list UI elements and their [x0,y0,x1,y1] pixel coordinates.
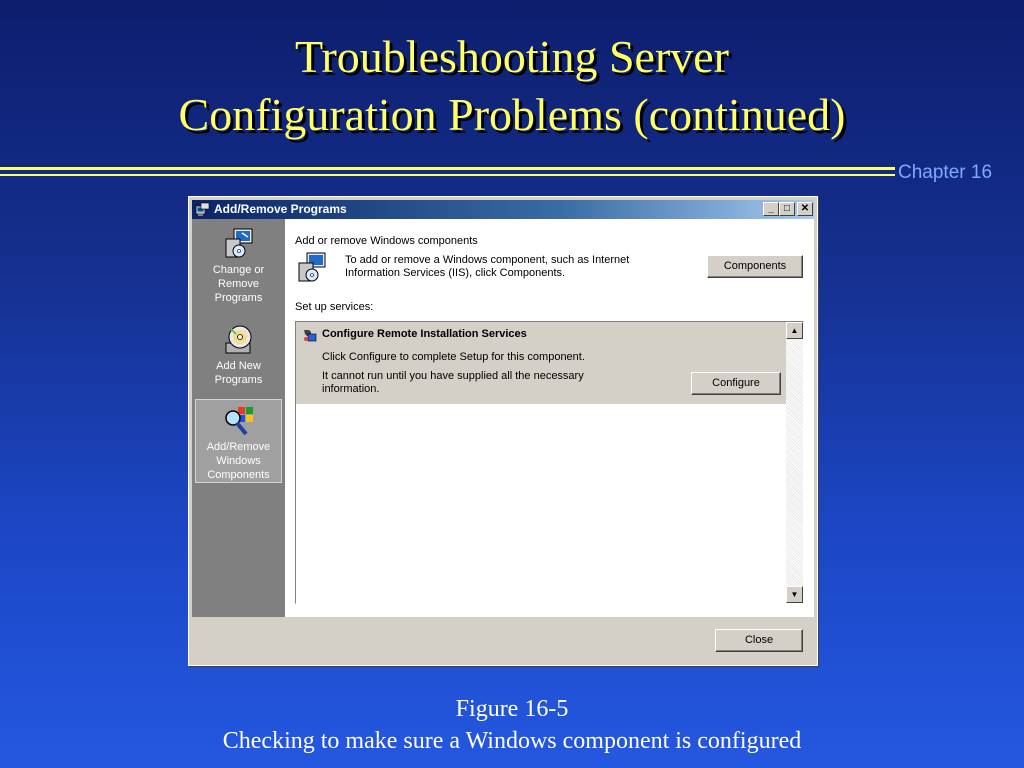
sidebar-item-label: Programs [214,292,263,304]
sidebar-item-add-remove-windows-components[interactable]: Add/Remove Windows Components [195,399,282,483]
maximize-icon: □ [783,203,791,214]
minimize-button[interactable]: _ [763,202,779,216]
arrow-down-icon: ▼ [790,590,799,599]
sidebar-item-label: Components [207,469,270,481]
slide-title-line2: Configuration Problems (continued) [178,89,846,140]
services-list-scrollbar[interactable]: ▲ ▼ [786,322,803,603]
figure-label: Figure 16-5 [455,696,569,722]
service-title: Configure Remote Installation Services [322,328,527,340]
close-icon: ✕ [800,203,810,214]
window-title: Add/Remove Programs [214,202,347,216]
content-pane: Add or remove Windows components To add … [285,219,814,617]
close-button[interactable]: Close [715,629,803,652]
sidebar-item-label: Windows [216,455,261,467]
configure-button[interactable]: Configure [691,372,781,395]
windows-components-icon [224,407,253,436]
chapter-label: Chapter 16 [898,162,993,183]
service-description-line2a: It cannot run until you have supplied al… [322,370,584,382]
windows-components-setup-icon [298,252,326,282]
slide-title-line1: Troubleshooting Server [294,31,729,82]
components-button[interactable]: Components [707,255,803,278]
cd-install-icon [225,325,251,354]
list-item-remote-installation-services[interactable]: Configure Remote Installation Services C… [296,322,786,404]
sidebar-item-label: Change or [212,264,265,276]
figure-caption: Figure 16-5 Checking to make sure a Wind… [0,693,1024,757]
add-remove-programs-window: Add/Remove Programs _ □ ✕ Change or Remo… [188,196,818,666]
scroll-down-button[interactable]: ▼ [786,586,803,603]
sidebar-item-label: Add/Remove [206,441,271,453]
figure-caption-text: Checking to make sure a Windows componen… [222,728,802,754]
dialog-footer: Close [192,617,814,663]
sidebar-item-label: Programs [214,374,263,386]
services-list[interactable]: Configure Remote Installation Services C… [295,321,804,604]
services-section-title: Set up services: [295,301,374,313]
sidebar-item-add-new-programs[interactable]: Add New Programs [195,319,282,389]
close-window-button[interactable]: ✕ [797,202,813,216]
sidebar-item-change-remove-programs[interactable]: Change or Remove Programs [195,223,282,304]
arrow-up-icon: ▲ [790,326,799,335]
components-description: To add or remove a Windows component, su… [345,254,665,280]
maximize-button[interactable]: □ [779,202,795,216]
service-description-line2: It cannot run until you have supplied al… [322,370,622,396]
scroll-up-button[interactable]: ▲ [786,322,803,339]
window-titlebar[interactable]: Add/Remove Programs _ □ ✕ [192,200,814,219]
slide-title: Troubleshooting Server Configuration Pro… [0,28,1024,144]
sidebar: Change or Remove Programs Add New Progra… [192,219,285,617]
service-description-line1: Click Configure to complete Setup for th… [322,351,585,363]
service-description-line2b: information. [322,383,380,395]
minimize-icon: _ [768,203,774,214]
change-remove-icon [225,228,252,258]
title-rule-top [0,167,895,170]
title-rule-bottom [0,174,895,176]
configure-service-icon [304,330,317,342]
add-remove-programs-icon [195,202,210,216]
sidebar-item-label: Remove [218,278,259,290]
components-desc-line2: Information Services (IIS), click Compon… [345,267,566,279]
components-desc-line1: To add or remove a Windows component, su… [345,254,630,266]
components-section-title: Add or remove Windows components [295,235,478,247]
sidebar-item-label: Add New [216,360,261,372]
